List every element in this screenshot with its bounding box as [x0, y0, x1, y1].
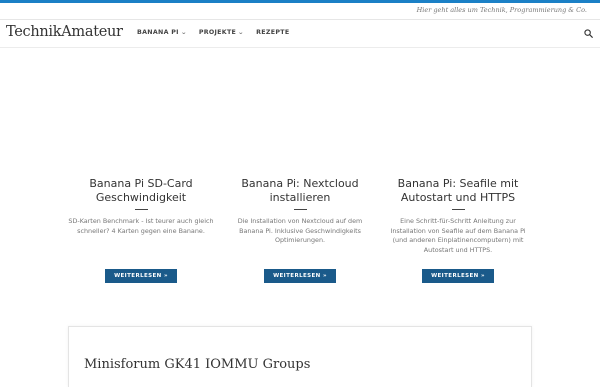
- top-bar: Hier geht alles um Technik, Programmieru…: [0, 3, 600, 20]
- read-more-button[interactable]: WEITERLESEN »: [422, 269, 494, 283]
- nav-item-label: PROJEKTE: [198, 29, 237, 36]
- card-title[interactable]: Banana Pi: Seafile mit Autostart und HTT…: [383, 177, 533, 204]
- site-title-link[interactable]: TechnikAmateur: [6, 24, 123, 40]
- site-tagline: Hier geht alles um Technik, Programmieru…: [416, 6, 587, 14]
- nav-item-label: REZEPTE: [256, 29, 290, 36]
- card-title[interactable]: Banana Pi SD-Card Geschwindigkeit: [66, 177, 216, 204]
- search-icon[interactable]: [584, 29, 593, 38]
- card-title[interactable]: Banana Pi: Nextcloud installieren: [225, 177, 375, 204]
- nav-item-banana-pi[interactable]: BANANA PI ⌄: [137, 29, 187, 36]
- featured-card: Banana Pi: Nextcloud installieren Die In…: [225, 177, 375, 246]
- site-header: TechnikAmateur BANANA PI ⌄ PROJEKTE ⌄ RE…: [0, 20, 600, 48]
- chevron-down-icon: ⌄: [180, 29, 187, 36]
- card-divider: [134, 209, 148, 210]
- nav-item-projekte[interactable]: PROJEKTE ⌄: [199, 29, 244, 36]
- card-divider: [293, 209, 307, 210]
- card-divider: [451, 209, 465, 210]
- main-nav: BANANA PI ⌄ PROJEKTE ⌄ REZEPTE: [137, 29, 302, 36]
- post-panel: Minisforum GK41 IOMMU Groups: [68, 326, 532, 387]
- card-excerpt: SD-Karten Benchmark - Ist teurer auch gl…: [68, 217, 214, 235]
- card-excerpt: Die Installation von Nextcloud auf dem B…: [237, 217, 363, 244]
- read-more-button[interactable]: WEITERLESEN »: [105, 269, 177, 283]
- read-more-button[interactable]: WEITERLESEN »: [264, 269, 336, 283]
- chevron-down-icon: ⌄: [237, 29, 245, 36]
- featured-card: Banana Pi SD-Card Geschwindigkeit SD-Kar…: [66, 177, 216, 236]
- featured-card: Banana Pi: Seafile mit Autostart und HTT…: [383, 177, 533, 255]
- nav-item-label: BANANA PI: [137, 29, 179, 36]
- card-excerpt: Eine Schritt-für-Schritt Anleitung zur I…: [390, 217, 526, 254]
- nav-item-rezepte[interactable]: REZEPTE: [256, 29, 289, 36]
- post-title[interactable]: Minisforum GK41 IOMMU Groups: [84, 357, 310, 372]
